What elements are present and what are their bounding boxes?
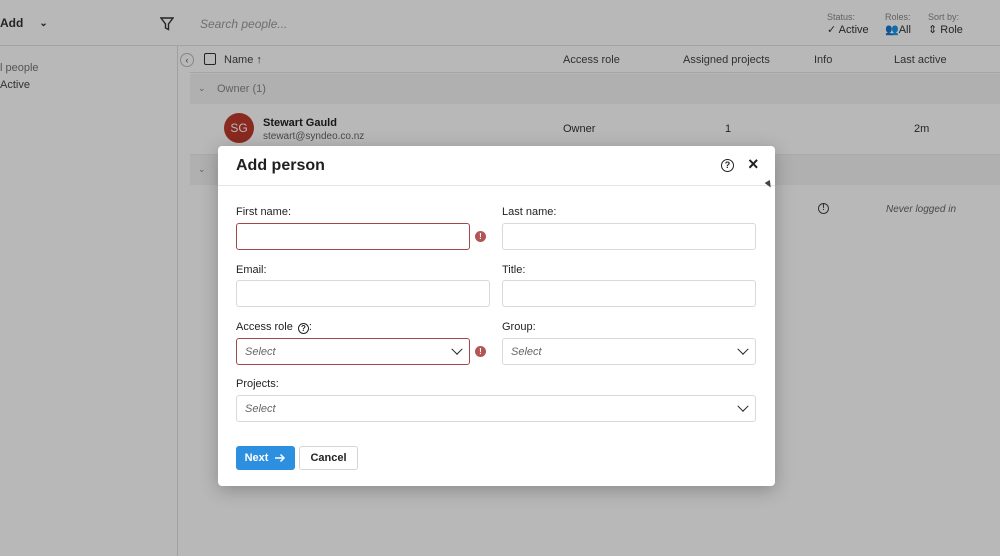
access-role-label: Access role ?: — [236, 321, 312, 334]
projects-select[interactable]: Select — [236, 395, 756, 422]
dialog-title: Add person — [236, 157, 325, 174]
projects-label: Projects: — [236, 378, 279, 390]
access-role-label-text: Access role — [236, 321, 293, 333]
group-selected: Select — [511, 346, 542, 358]
group-select[interactable]: Select — [502, 338, 756, 365]
help-icon[interactable]: ? — [297, 323, 309, 334]
next-label: Next — [244, 452, 269, 464]
add-person-dialog: Add person ? × First name: ! Last name: … — [218, 146, 775, 486]
group-label: Group: — [502, 321, 536, 333]
last-name-field[interactable] — [502, 223, 756, 250]
arrow-right-icon — [275, 453, 286, 463]
first-name-field[interactable] — [236, 223, 470, 250]
access-role-select[interactable]: Select — [236, 338, 470, 365]
access-role-label-colon: : — [308, 321, 312, 333]
email-label: Email: — [236, 264, 267, 276]
access-role-selected: Select — [245, 346, 276, 358]
chevron-down-icon — [451, 343, 463, 355]
first-name-label: First name: — [236, 206, 292, 218]
title-label: Title: — [502, 264, 526, 276]
help-icon[interactable]: ? — [721, 159, 734, 172]
error-icon: ! — [475, 231, 486, 242]
chevron-down-icon — [737, 343, 749, 355]
dialog-header: Add person ? × — [218, 146, 775, 186]
chevron-down-icon — [737, 400, 749, 412]
close-icon[interactable]: × — [748, 155, 759, 173]
projects-selected: Select — [245, 403, 276, 415]
next-button[interactable]: Next — [236, 446, 295, 470]
error-icon: ! — [475, 346, 486, 357]
title-field[interactable] — [502, 280, 756, 307]
cancel-button[interactable]: Cancel — [299, 446, 358, 470]
email-field[interactable] — [236, 280, 490, 307]
last-name-label: Last name: — [502, 206, 557, 218]
